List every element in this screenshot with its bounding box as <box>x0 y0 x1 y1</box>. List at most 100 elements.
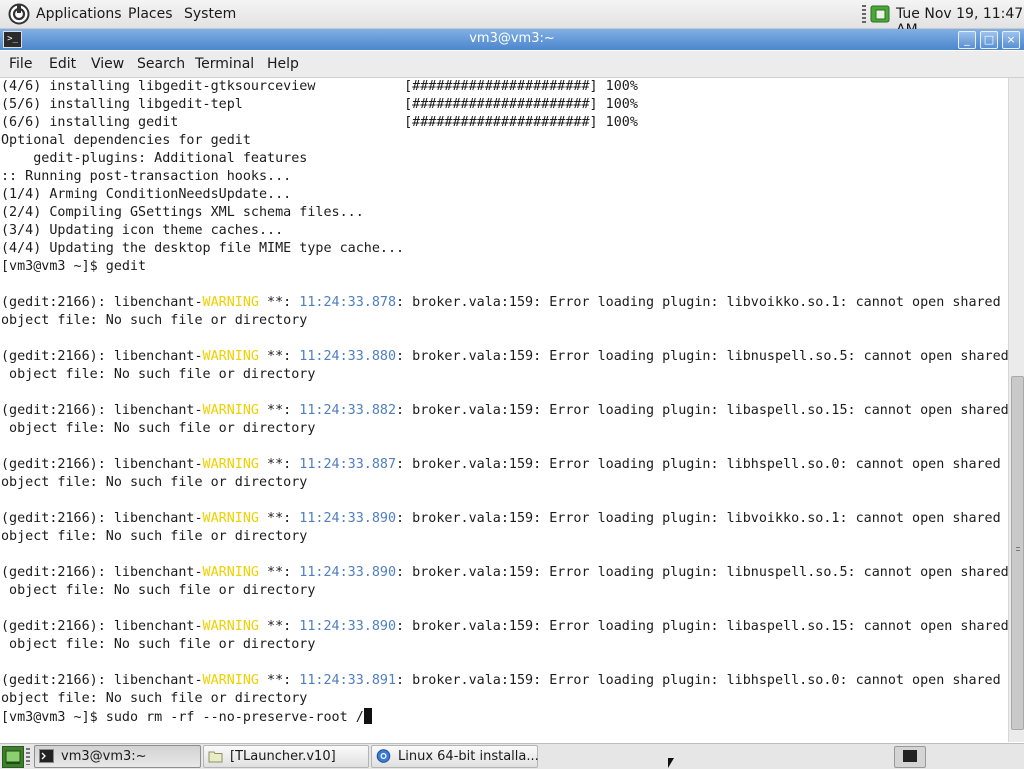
terminal-icon <box>39 749 54 763</box>
warning-stars: **: <box>258 403 300 418</box>
warning-timestamp: 11:24:33.880 <box>299 349 397 364</box>
warning-stars: **: <box>258 457 300 472</box>
task-terminal[interactable]: vm3@vm3:~ <box>34 745 201 768</box>
warning-line: (gedit:2166): libenchant-WARNING **: 11:… <box>1 618 1008 636</box>
menubar: File Edit View Search Terminal Help <box>0 51 1024 78</box>
browser-icon <box>376 749 391 763</box>
window-titlebar[interactable]: >_ vm3@vm3:~ _ □ × <box>0 29 1024 50</box>
warning-stars: **: <box>258 619 300 634</box>
task-file-manager[interactable]: [TLauncher.v10] <box>203 745 369 768</box>
menu-view[interactable]: View <box>91 56 124 72</box>
warning-prefix: (gedit:2166): libenchant- <box>1 295 203 310</box>
warning-stars: **: <box>258 565 300 580</box>
warning-timestamp: 11:24:33.890 <box>299 565 397 580</box>
warning-level: WARNING <box>202 403 259 418</box>
panel-grip-handle[interactable] <box>862 5 866 23</box>
folder-icon <box>208 751 223 763</box>
applications-menu[interactable]: Applications <box>36 6 122 22</box>
close-button[interactable]: × <box>1002 31 1020 49</box>
warning-prefix: (gedit:2166): libenchant- <box>1 511 203 526</box>
warning-message: : broker.vala:159: Error loading plugin:… <box>396 349 1008 364</box>
system-menu[interactable]: System <box>184 6 236 22</box>
terminal-line: (4/4) Updating the desktop file MIME typ… <box>1 241 405 256</box>
warning-message: : broker.vala:159: Error loading plugin:… <box>396 619 1008 634</box>
warning-prefix: (gedit:2166): libenchant- <box>1 565 203 580</box>
taskbar-grip-handle[interactable] <box>26 748 30 765</box>
warning-stars: **: <box>258 673 300 688</box>
menu-search[interactable]: Search <box>137 56 185 72</box>
warning-message: : broker.vala:159: Error loading plugin:… <box>396 673 1001 688</box>
menu-edit[interactable]: Edit <box>49 56 76 72</box>
places-menu[interactable]: Places <box>128 6 173 22</box>
terminal-line: (5/6) installing libgedit-tepl [########… <box>1 97 638 112</box>
warning-line: (gedit:2166): libenchant-WARNING **: 11:… <box>1 402 1008 420</box>
terminal-line: (3/4) Updating icon theme caches... <box>1 223 284 238</box>
warning-level: WARNING <box>202 295 259 310</box>
warning-continuation: object file: No such file or directory <box>1 691 308 706</box>
warning-line: (gedit:2166): libenchant-WARNING **: 11:… <box>1 510 1001 528</box>
vertical-scrollbar[interactable] <box>1008 78 1024 742</box>
warning-timestamp: 11:24:33.891 <box>299 673 397 688</box>
warning-level: WARNING <box>202 349 259 364</box>
terminal-line: (6/6) installing gedit [################… <box>1 115 638 130</box>
maximize-button[interactable]: □ <box>980 31 998 49</box>
warning-prefix: (gedit:2166): libenchant- <box>1 349 203 364</box>
warning-line: (gedit:2166): libenchant-WARNING **: 11:… <box>1 456 1001 474</box>
close-icon: × <box>1006 33 1016 46</box>
top-panel: Applications Places System Tue Nov 19, 1… <box>0 0 1024 38</box>
task-browser[interactable]: Linux 64-bit installa... <box>371 745 539 768</box>
terminal-line: :: Running post-transaction hooks... <box>1 169 292 184</box>
terminal-line: (1/4) Arming ConditionNeedsUpdate... <box>1 187 292 202</box>
warning-level: WARNING <box>202 511 259 526</box>
warning-timestamp: 11:24:33.878 <box>299 295 397 310</box>
task-label: [TLauncher.v10] <box>230 749 336 764</box>
warning-message: : broker.vala:159: Error loading plugin:… <box>396 403 1008 418</box>
warning-level: WARNING <box>202 565 259 580</box>
terminal-line: [vm3@vm3 ~]$ gedit <box>1 259 147 274</box>
scrollbar-thumb[interactable] <box>1011 376 1024 730</box>
window-title: vm3@vm3:~ <box>469 31 555 46</box>
warning-continuation: object file: No such file or directory <box>1 421 316 436</box>
warning-continuation: object file: No such file or directory <box>1 475 308 490</box>
warning-line: (gedit:2166): libenchant-WARNING **: 11:… <box>1 348 1008 366</box>
maximize-icon: □ <box>983 33 995 46</box>
warning-prefix: (gedit:2166): libenchant- <box>1 457 203 472</box>
warning-timestamp: 11:24:33.890 <box>299 619 397 634</box>
menu-terminal[interactable]: Terminal <box>195 56 254 72</box>
task-label: Linux 64-bit installa... <box>398 749 539 764</box>
text-cursor <box>363 708 372 724</box>
terminal-line: Optional dependencies for gedit <box>1 133 251 148</box>
warning-message: : broker.vala:159: Error loading plugin:… <box>396 511 1001 526</box>
terminal-line: (2/4) Compiling GSettings XML schema fil… <box>1 205 364 220</box>
warning-message: : broker.vala:159: Error loading plugin:… <box>396 457 1001 472</box>
minimize-icon: _ <box>964 33 970 46</box>
warning-continuation: object file: No such file or directory <box>1 313 308 328</box>
warning-continuation: object file: No such file or directory <box>1 367 316 382</box>
warning-continuation: object file: No such file or directory <box>1 637 316 652</box>
terminal-line: gedit-plugins: Additional features <box>1 151 308 166</box>
update-notifier-icon[interactable] <box>870 4 890 24</box>
warning-line: (gedit:2166): libenchant-WARNING **: 11:… <box>1 672 1001 690</box>
warning-message: : broker.vala:159: Error loading plugin:… <box>396 565 1008 580</box>
warning-timestamp: 11:24:33.890 <box>299 511 397 526</box>
show-desktop-icon <box>5 750 21 764</box>
show-desktop-button[interactable] <box>2 746 24 768</box>
terminal-output[interactable]: (4/6) installing libgedit-gtksourceview … <box>0 78 1008 742</box>
tray-terminal-button[interactable] <box>894 746 926 768</box>
warning-stars: **: <box>258 511 300 526</box>
command-prompt[interactable]: [vm3@vm3 ~]$ sudo rm -rf --no-preserve-r… <box>1 708 372 726</box>
warning-prefix: (gedit:2166): libenchant- <box>1 403 203 418</box>
warning-message: : broker.vala:159: Error loading plugin:… <box>396 295 1001 310</box>
terminal-icon <box>903 750 917 762</box>
distro-logo-icon[interactable] <box>8 3 30 25</box>
warning-stars: **: <box>258 349 300 364</box>
warning-level: WARNING <box>202 619 259 634</box>
terminal-line: (4/6) installing libgedit-gtksourceview … <box>1 79 638 94</box>
menu-help[interactable]: Help <box>267 56 299 72</box>
minimize-button[interactable]: _ <box>958 31 976 49</box>
menu-file[interactable]: File <box>9 56 32 72</box>
warning-prefix: (gedit:2166): libenchant- <box>1 673 203 688</box>
warning-continuation: object file: No such file or directory <box>1 583 316 598</box>
warning-stars: **: <box>258 295 300 310</box>
prompt-text: [vm3@vm3 ~]$ sudo rm -rf --no-preserve-r… <box>1 710 364 725</box>
